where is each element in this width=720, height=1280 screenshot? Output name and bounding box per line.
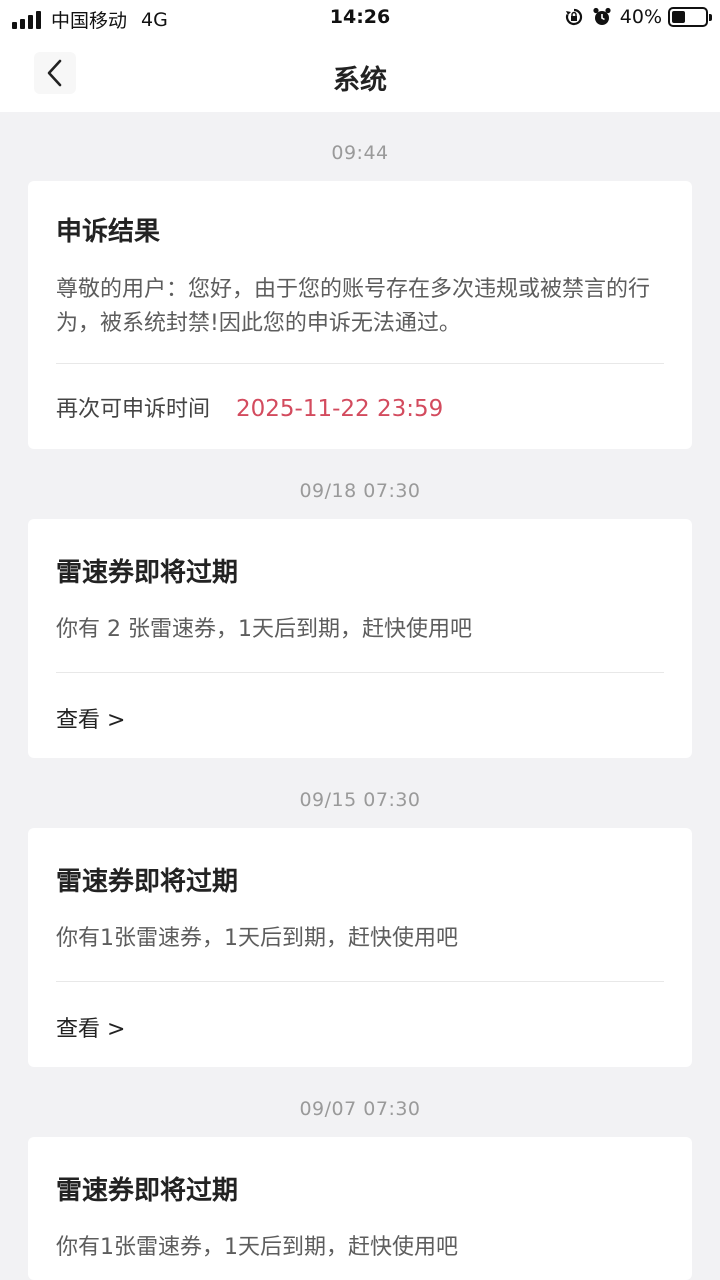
battery-icon <box>668 7 712 27</box>
message-body: 你有 2 张雷速券，1天后到期，赶快使用吧 <box>56 617 472 642</box>
nav-bar: 系统 <box>0 36 720 112</box>
message-title: 雷速券即将过期 <box>56 558 239 588</box>
battery-fill <box>672 11 685 23</box>
message-body: 你有1张雷速券，1天后到期，赶快使用吧 <box>56 926 458 951</box>
divider <box>56 981 664 982</box>
message-time: 09:44 <box>331 142 389 164</box>
message-title: 雷速券即将过期 <box>56 1176 239 1206</box>
page-title: 系统 <box>333 65 387 96</box>
appeal-time-value: 2025-11-22 23:59 <box>236 396 444 422</box>
message-card-coupon-expiring[interactable]: 雷速券即将过期 你有1张雷速券，1天后到期，赶快使用吧 <box>28 1137 692 1280</box>
view-link[interactable]: 查看 > <box>56 1011 125 1043</box>
status-bar: 中国移动 4G 14:26 40% <box>0 0 720 36</box>
view-link[interactable]: 查看 > <box>56 702 125 734</box>
message-time: 09/18 07:30 <box>299 480 421 502</box>
alarm-icon <box>592 7 612 27</box>
message-card-appeal-result: 申诉结果 尊敬的用户：您好，由于您的账号存在多次违规或被禁言的行为，被系统封禁!… <box>28 181 692 449</box>
message-body: 你有1张雷速券，1天后到期，赶快使用吧 <box>56 1235 458 1260</box>
message-time: 09/15 07:30 <box>299 789 421 811</box>
appeal-time-label: 再次可申诉时间 <box>56 397 211 422</box>
message-body: 尊敬的用户：您好，由于您的账号存在多次违规或被禁言的行为，被系统封禁!因此您的申… <box>56 277 651 336</box>
message-title: 雷速券即将过期 <box>56 867 239 897</box>
message-card-coupon-expiring[interactable]: 雷速券即将过期 你有 2 张雷速券，1天后到期，赶快使用吧 查看 > <box>28 519 692 758</box>
message-time: 09/07 07:30 <box>299 1098 421 1120</box>
message-card-coupon-expiring[interactable]: 雷速券即将过期 你有1张雷速券，1天后到期，赶快使用吧 查看 > <box>28 828 692 1067</box>
divider <box>56 363 664 364</box>
status-bar-right: 40% <box>564 6 712 28</box>
battery-percent: 40% <box>619 6 662 28</box>
message-title: 申诉结果 <box>56 217 161 247</box>
divider <box>56 672 664 673</box>
appeal-time-row: 再次可申诉时间 2025-11-22 23:59 <box>56 391 443 423</box>
orientation-lock-icon <box>564 7 584 27</box>
